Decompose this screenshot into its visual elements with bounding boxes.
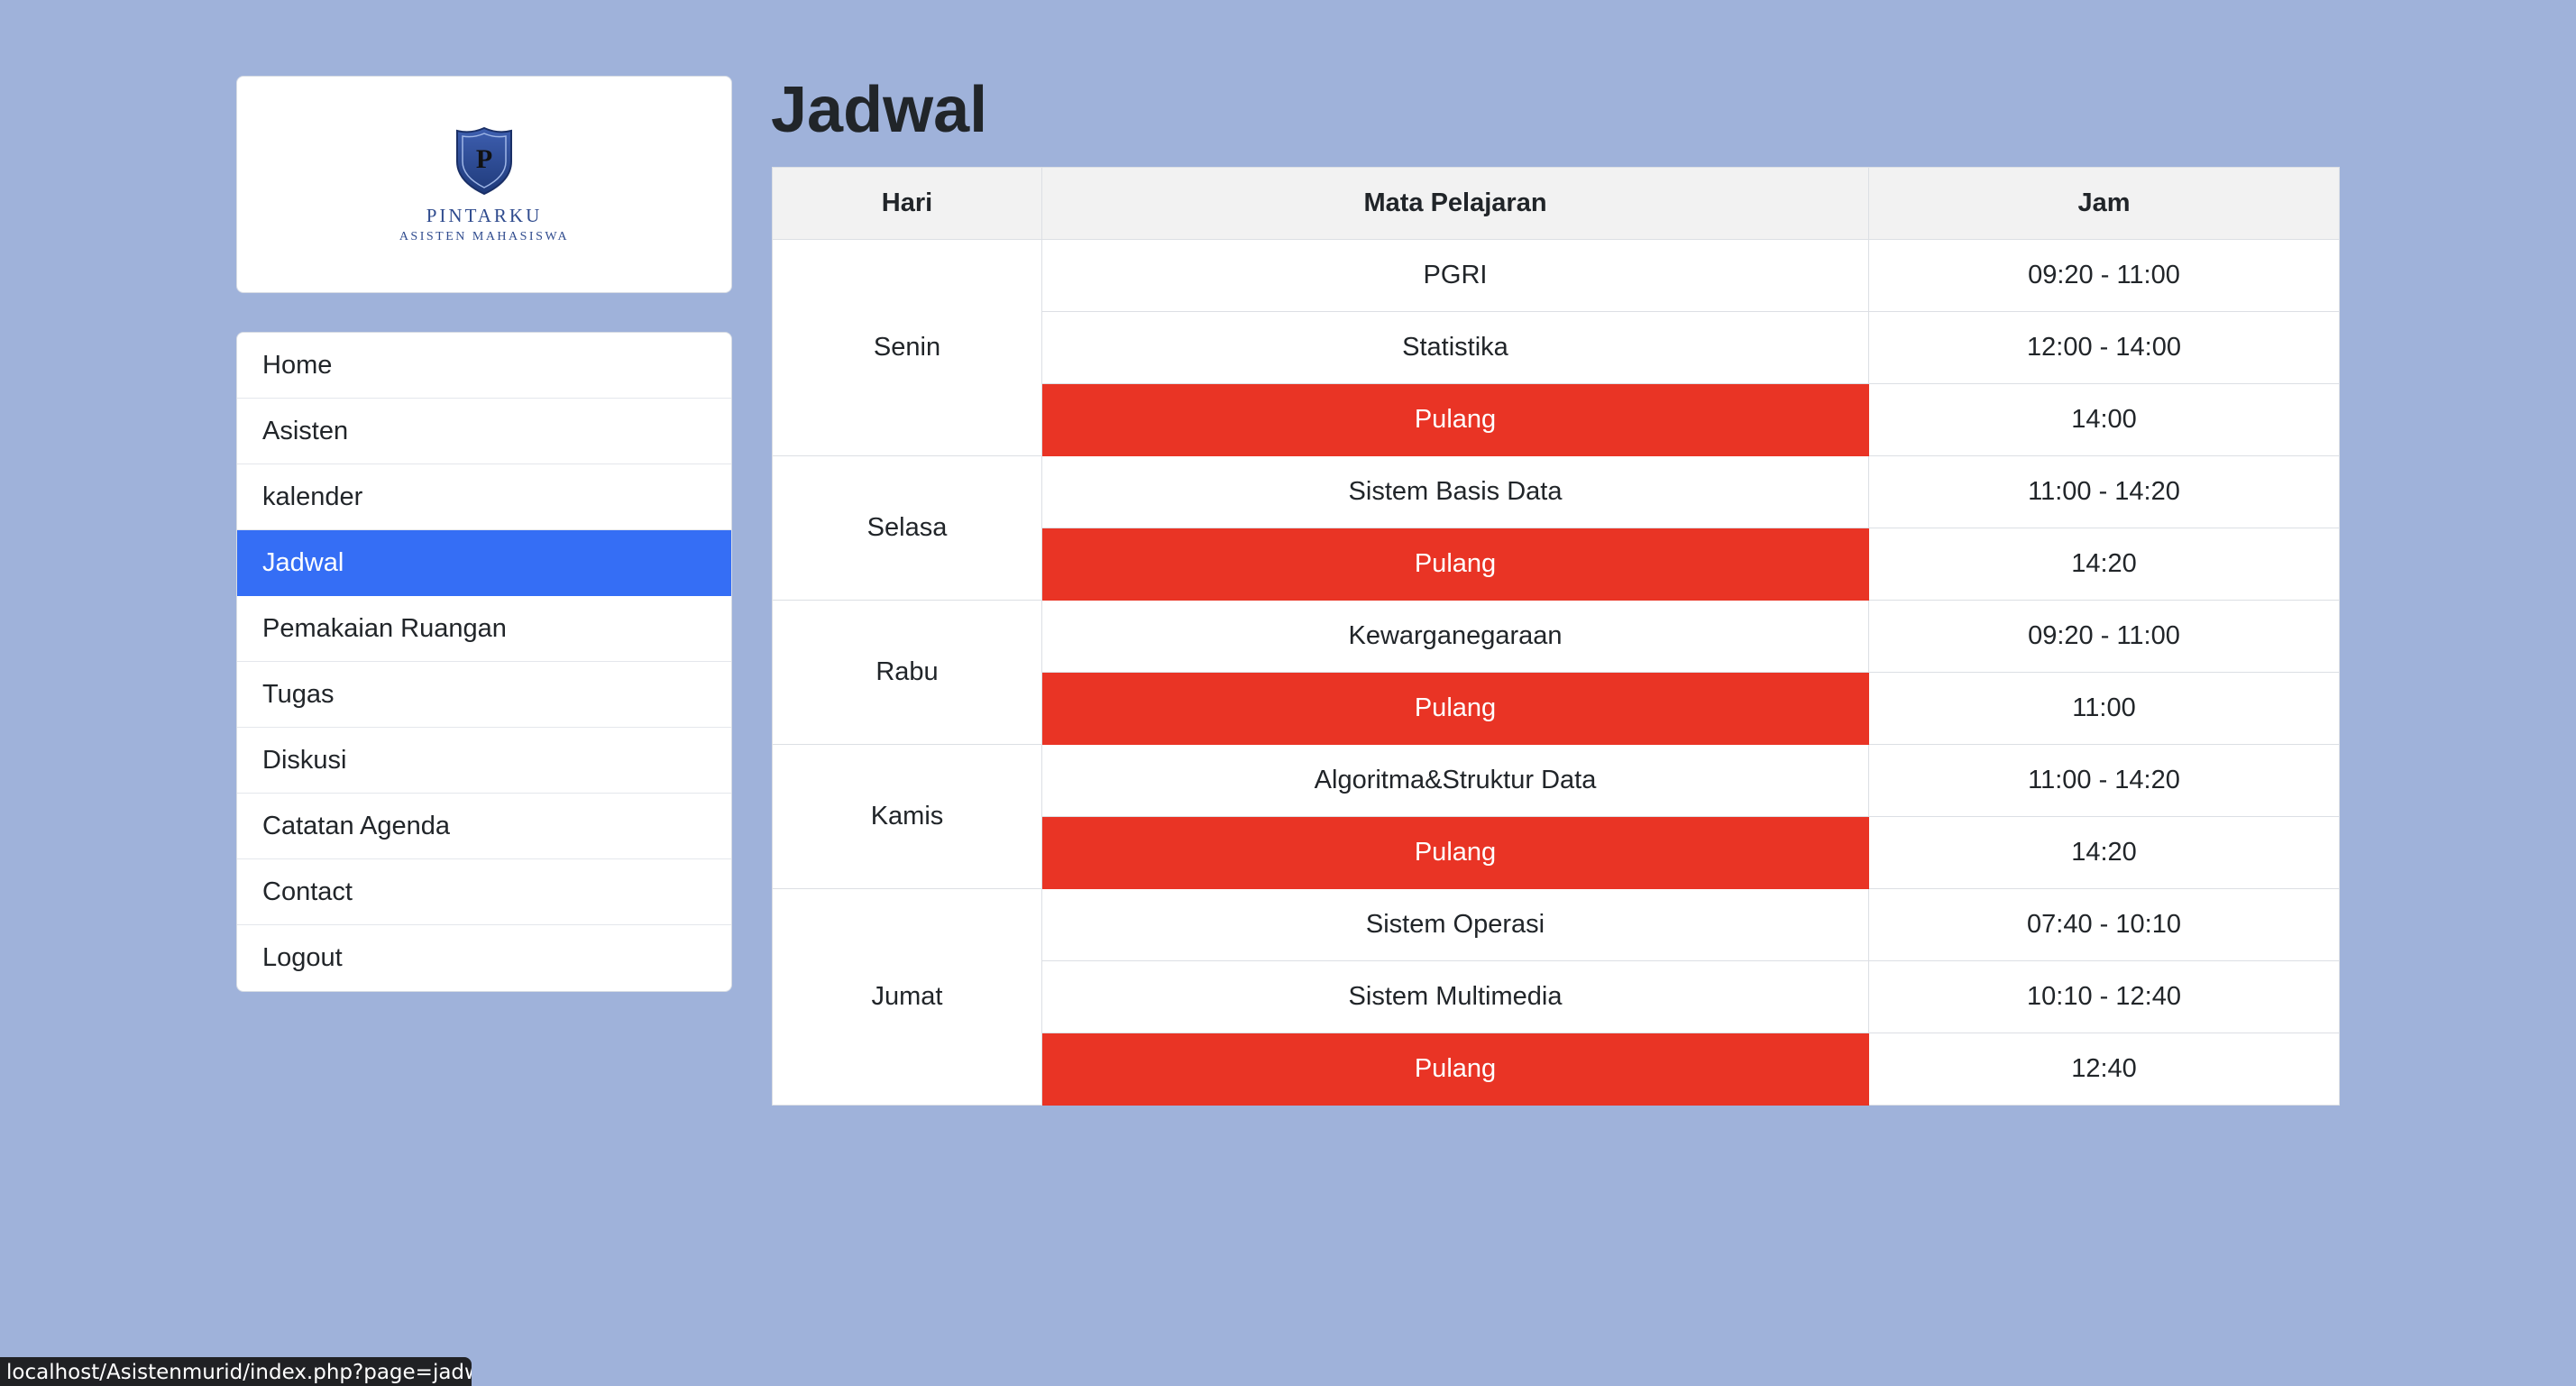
table-header-row: Hari Mata Pelajaran Jam	[772, 167, 2340, 240]
pulang-cell: Pulang	[1041, 383, 1869, 456]
time-cell: 11:00	[1868, 672, 2340, 745]
logo-title: PINTARKU	[426, 205, 543, 226]
time-cell: 14:20	[1868, 816, 2340, 889]
schedule-table: Hari Mata Pelajaran Jam Senin PGRI 09:20…	[772, 167, 2340, 1106]
sidebar-item-catatan-agenda[interactable]: Catatan Agenda	[237, 794, 731, 859]
day-cell: Kamis	[772, 744, 1042, 889]
sidebar-item-home[interactable]: Home	[237, 333, 731, 399]
time-cell: 07:40 - 10:10	[1868, 888, 2340, 961]
sidebar-item-diskusi[interactable]: Diskusi	[237, 728, 731, 794]
table-row: Selasa Sistem Basis Data 11:00 - 14:20	[772, 455, 2340, 601]
time-cell: 12:40	[1868, 1033, 2340, 1106]
pulang-cell: Pulang	[1041, 1033, 1869, 1106]
schedule-table-container: Hari Mata Pelajaran Jam Senin PGRI 09:20…	[772, 167, 2340, 1106]
time-cell: 09:20 - 11:00	[1868, 239, 2340, 312]
subject-cell: Sistem Operasi	[1041, 888, 1869, 961]
header-hari: Hari	[772, 167, 1042, 240]
sidebar-item-kalender[interactable]: kalender	[237, 464, 731, 530]
logo-subtitle: ASISTEN MAHASISWA	[399, 230, 570, 243]
pulang-cell: Pulang	[1041, 528, 1869, 601]
subject-cell: Sistem Basis Data	[1041, 455, 1869, 528]
sidebar-item-contact[interactable]: Contact	[237, 859, 731, 925]
header-jam: Jam	[1868, 167, 2340, 240]
pulang-cell: Pulang	[1041, 816, 1869, 889]
day-cell: Selasa	[772, 455, 1042, 601]
table-row: Senin PGRI 09:20 - 11:00	[772, 239, 2340, 456]
logo-letter: P	[476, 144, 492, 174]
time-cell: 11:00 - 14:20	[1868, 455, 2340, 528]
sidebar-nav: Home Asisten kalender Jadwal Pemakaian R…	[236, 332, 732, 992]
header-mata-pelajaran: Mata Pelajaran	[1041, 167, 1869, 240]
time-cell: 12:00 - 14:00	[1868, 311, 2340, 384]
sidebar-item-pemakaian-ruangan[interactable]: Pemakaian Ruangan	[237, 596, 731, 662]
table-row: Kamis Algoritma&Struktur Data 11:00 - 14…	[772, 744, 2340, 889]
day-cell: Jumat	[772, 888, 1042, 1106]
sidebar-item-tugas[interactable]: Tugas	[237, 662, 731, 728]
day-cell: Rabu	[772, 600, 1042, 745]
time-cell: 11:00 - 14:20	[1868, 744, 2340, 817]
browser-status-bar: localhost/Asistenmurid/index.php?page=ja…	[0, 1357, 472, 1386]
subject-cell: Algoritma&Struktur Data	[1041, 744, 1869, 817]
sidebar-item-logout[interactable]: Logout	[237, 925, 731, 991]
subject-cell: Statistika	[1041, 311, 1869, 384]
subject-cell: Kewarganegaraan	[1041, 600, 1869, 673]
pulang-cell: Pulang	[1041, 672, 1869, 745]
day-cell: Senin	[772, 239, 1042, 456]
shield-logo-icon: P	[456, 126, 512, 196]
time-cell: 10:10 - 12:40	[1868, 960, 2340, 1033]
logo-card: P PINTARKU ASISTEN MAHASISWA	[236, 76, 732, 293]
sidebar-item-jadwal[interactable]: Jadwal	[237, 530, 731, 596]
time-cell: 14:20	[1868, 528, 2340, 601]
page-title: Jadwal	[771, 74, 988, 146]
table-row: Jumat Sistem Operasi 07:40 - 10:10	[772, 888, 2340, 1106]
table-row: Rabu Kewarganegaraan 09:20 - 11:00	[772, 600, 2340, 745]
time-cell: 09:20 - 11:00	[1868, 600, 2340, 673]
subject-cell: PGRI	[1041, 239, 1869, 312]
subject-cell: Sistem Multimedia	[1041, 960, 1869, 1033]
sidebar-item-asisten[interactable]: Asisten	[237, 399, 731, 464]
time-cell: 14:00	[1868, 383, 2340, 456]
